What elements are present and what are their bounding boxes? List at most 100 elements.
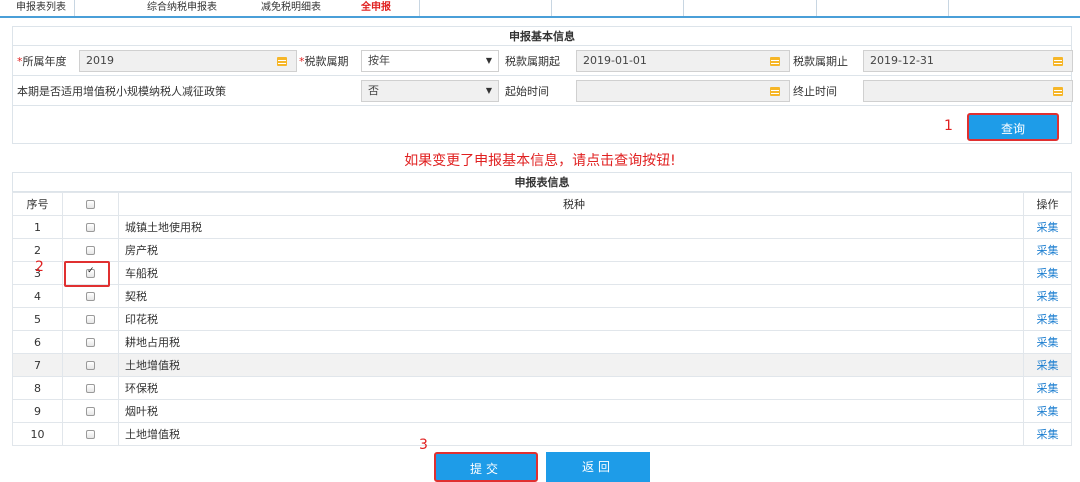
year-label: *所属年度 bbox=[17, 54, 67, 68]
form-row-actions bbox=[12, 106, 1072, 144]
table-row: 2 房产税 采集 bbox=[12, 238, 1072, 262]
row-checkbox[interactable] bbox=[86, 384, 95, 393]
row-number: 10 bbox=[12, 422, 63, 446]
period-start-field[interactable]: 2019-01-01 bbox=[576, 50, 790, 72]
calendar-icon[interactable] bbox=[761, 51, 789, 71]
tax-type-name: 房产税 bbox=[118, 238, 1024, 262]
tax-type-name: 车船税 bbox=[118, 261, 1024, 285]
calendar-icon[interactable] bbox=[268, 51, 296, 71]
period-type-select[interactable]: 按年 ▼ bbox=[361, 50, 499, 72]
calendar-icon[interactable] bbox=[1044, 81, 1072, 101]
row-number: 9 bbox=[12, 399, 63, 423]
collect-link[interactable]: 采集 bbox=[1037, 428, 1059, 441]
row-number: 8 bbox=[12, 376, 63, 400]
row-checkbox[interactable] bbox=[86, 361, 95, 370]
collect-link[interactable]: 采集 bbox=[1037, 359, 1059, 372]
basic-info-title: 申报基本信息 bbox=[12, 26, 1072, 46]
row-checkbox-cell bbox=[62, 215, 119, 239]
tax-type-name: 印花税 bbox=[118, 307, 1024, 331]
row-checkbox[interactable] bbox=[86, 292, 95, 301]
collect-link[interactable]: 采集 bbox=[1037, 267, 1059, 280]
collect-link-cell: 采集 bbox=[1023, 284, 1072, 308]
tax-type-name: 耕地占用税 bbox=[118, 330, 1024, 354]
row-checkbox-cell bbox=[62, 238, 119, 262]
year-field[interactable]: 2019 bbox=[79, 50, 297, 72]
tax-type-name: 城镇土地使用税 bbox=[118, 215, 1024, 239]
row-checkbox-cell bbox=[62, 284, 119, 308]
table-row: 6 耕地占用税 采集 bbox=[12, 330, 1072, 354]
calendar-icon[interactable] bbox=[1044, 51, 1072, 71]
tab-comprehensive-return[interactable]: 综合纳税申报表 bbox=[75, 0, 249, 16]
begin-time-label: 起始时间 bbox=[505, 84, 549, 98]
period-type-label: *税款属期 bbox=[299, 54, 349, 68]
tab-declaration-list[interactable]: 申报表列表 bbox=[0, 0, 75, 16]
row-checkbox[interactable] bbox=[86, 430, 95, 439]
policy-select[interactable]: 否 ▼ bbox=[361, 80, 499, 102]
row-checkbox[interactable] bbox=[86, 407, 95, 416]
table-row: 9 烟叶税 采集 bbox=[12, 399, 1072, 423]
row-number: 6 bbox=[12, 330, 63, 354]
tab-exemption-detail[interactable]: 减免税明细表 bbox=[249, 0, 339, 16]
row-checkbox[interactable] bbox=[86, 338, 95, 347]
collect-link[interactable]: 采集 bbox=[1037, 382, 1059, 395]
collect-link[interactable]: 采集 bbox=[1037, 405, 1059, 418]
row-checkbox[interactable] bbox=[86, 315, 95, 324]
collect-link-cell: 采集 bbox=[1023, 376, 1072, 400]
tax-type-name: 烟叶税 bbox=[118, 399, 1024, 423]
collect-link-cell: 采集 bbox=[1023, 353, 1072, 377]
dropdown-arrow-icon: ▼ bbox=[485, 56, 492, 65]
tab-bar-filler bbox=[419, 0, 1080, 16]
row-checkbox-cell bbox=[62, 399, 119, 423]
form-row-policy: 本期是否适用增值税小规模纳税人减征政策 否 ▼ 起始时间 终止时间 bbox=[12, 76, 1073, 106]
collect-link-cell: 采集 bbox=[1023, 238, 1072, 262]
highlight-box bbox=[64, 261, 110, 287]
period-end-field[interactable]: 2019-12-31 bbox=[863, 50, 1073, 72]
back-button[interactable]: 返回 bbox=[546, 452, 650, 482]
table-row: 7 土地增值税 采集 bbox=[12, 353, 1072, 377]
table-info-title: 申报表信息 bbox=[12, 172, 1072, 192]
notice-text: 如果变更了申报基本信息，请点击查询按钮! bbox=[404, 153, 676, 169]
tax-type-table: 序号 税种 操作 1城镇土地使用税采集2房产税采集3车船税采集4契税采集5印花税… bbox=[12, 192, 1072, 446]
period-start-label: 税款属期起 bbox=[505, 54, 560, 68]
row-checkbox[interactable] bbox=[86, 223, 95, 232]
collect-link-cell: 采集 bbox=[1023, 307, 1072, 331]
collect-link[interactable]: 采集 bbox=[1037, 221, 1059, 234]
row-checkbox-cell bbox=[62, 330, 119, 354]
finish-time-field[interactable] bbox=[863, 80, 1073, 102]
row-checkbox[interactable] bbox=[86, 246, 95, 255]
begin-time-field[interactable] bbox=[576, 80, 790, 102]
finish-time-label: 终止时间 bbox=[793, 84, 837, 98]
col-header-no: 序号 bbox=[12, 192, 63, 216]
collect-link[interactable]: 采集 bbox=[1037, 313, 1059, 326]
table-row: 4 契税 采集 bbox=[12, 284, 1072, 308]
collect-link[interactable]: 采集 bbox=[1037, 244, 1059, 257]
row-number: 1 bbox=[12, 215, 63, 239]
collect-link[interactable]: 采集 bbox=[1037, 336, 1059, 349]
row-number: 5 bbox=[12, 307, 63, 331]
period-end-label: 税款属期止 bbox=[793, 54, 848, 68]
table-row: 3车船税采集 bbox=[12, 261, 1072, 285]
table-row: 1 城镇土地使用税 采集 bbox=[12, 215, 1072, 239]
tax-type-name: 契税 bbox=[118, 284, 1024, 308]
select-all-checkbox[interactable] bbox=[86, 200, 95, 209]
dropdown-arrow-icon: ▼ bbox=[485, 86, 492, 95]
query-button[interactable]: 查询 bbox=[967, 113, 1059, 141]
row-number: 4 bbox=[12, 284, 63, 308]
submit-button[interactable]: 提交 bbox=[434, 452, 538, 482]
collect-link-cell: 采集 bbox=[1023, 215, 1072, 239]
table-row: 10 土地增值税 采集 bbox=[12, 422, 1072, 446]
collect-link-cell: 采集 bbox=[1023, 422, 1072, 446]
form-row-period: *所属年度 2019 *税款属期 按年 ▼ 税款属期起 2019-01-01 税… bbox=[12, 46, 1073, 76]
tax-type-name: 环保税 bbox=[118, 376, 1024, 400]
collect-link[interactable]: 采集 bbox=[1037, 290, 1059, 303]
step-marker-2: 2 bbox=[35, 259, 44, 275]
collect-link-cell: 采集 bbox=[1023, 330, 1072, 354]
row-checkbox-cell bbox=[62, 307, 119, 331]
select-all-checkbox-cell bbox=[62, 192, 119, 216]
col-header-operation: 操作 bbox=[1023, 192, 1072, 216]
tab-full-declaration[interactable]: 全申报 bbox=[339, 0, 419, 16]
table-row: 8 环保税 采集 bbox=[12, 376, 1072, 400]
table-header-row: 序号 税种 操作 bbox=[12, 192, 1072, 216]
calendar-icon[interactable] bbox=[761, 81, 789, 101]
tab-bar: 申报表列表 综合纳税申报表 减免税明细表 全申报 bbox=[0, 0, 1080, 18]
